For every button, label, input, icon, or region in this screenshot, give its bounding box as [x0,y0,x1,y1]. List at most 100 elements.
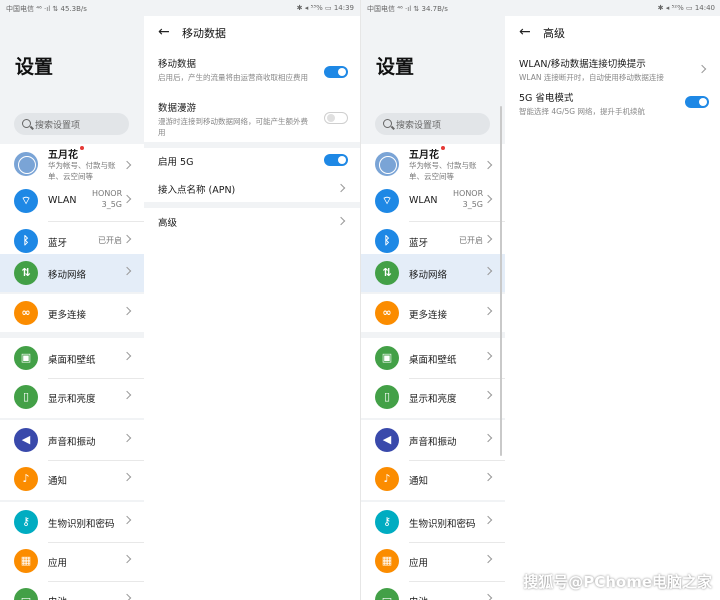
apps-icon: ▦ [375,549,399,573]
account-desc: 华为帐号、付款与账单、云空间等 [409,161,477,181]
sidebar-item-wallpaper[interactable]: ▣ 桌面和壁纸 [361,339,505,377]
sidebar-item-label: 桌面和壁纸 [409,355,457,366]
chevron-right-icon [483,160,493,170]
sidebar-item-notifications[interactable]: ♪ 通知 [361,460,505,498]
wlan-network-value: HONOR 3_5G [92,189,123,209]
sidebar-item-biometrics[interactable]: ⚷ 生物识别和密码 [361,503,505,541]
settings-title: 设置 [376,56,415,78]
setting-desc: 启用后，产生的流量将由运营商收取相应费用 [158,73,308,82]
enable-5g-toggle[interactable] [324,154,348,166]
sidebar-item-display[interactable]: ▯ 显示和亮度 [0,378,144,416]
sidebar-item-more-connections[interactable]: ∞ 更多连接 [361,294,505,332]
bluetooth-icon: ᛒ [14,229,38,253]
chevron-right-icon [483,234,493,244]
enable-5g-setting[interactable]: 启用 5G [158,154,348,168]
sidebar-item-battery[interactable]: ▭ 电池 [361,581,505,600]
wifi-icon: ⌔ [14,189,38,213]
sound-card: ◀ 声音和振动 ♪ 通知 [361,420,505,500]
notification-dot [80,146,84,150]
status-right: ✱ ◂ ⁵²% ▭ 14:40 [657,4,715,12]
chevron-right-icon [483,194,493,204]
account-desc: 华为帐号、付款与账单、云空间等 [48,161,116,181]
chevron-right-icon [122,234,132,244]
sidebar-item-wlan[interactable]: ⌔ WLAN HONOR 3_5G [0,182,144,220]
chevron-right-icon [122,593,132,600]
battery-icon: ▭ [14,588,38,600]
mobile-data-icon: ⇅ [375,261,399,285]
detail-header: ← 移动数据 [144,16,360,52]
search-input[interactable]: 搜索设置项 [14,113,129,135]
sidebar-item-label: 通知 [48,476,68,487]
advanced-setting[interactable]: 高级 [158,215,348,229]
setting-desc: 智能选择 4G/5G 网络，提升手机续航 [519,107,645,116]
chevron-right-icon [122,515,132,525]
chevron-right-icon [483,351,493,361]
sidebar-item-label: 移动网络 [48,270,87,281]
back-arrow-icon[interactable]: ← [158,24,170,40]
data-roaming-toggle[interactable] [324,112,348,124]
status-bar: 中国电信 ⁴⁶ ·ıl ⇅ 34.7B/s ✱ ◂ ⁵²% ▭ 14:40 [361,0,720,16]
sound-icon: ◀ [375,428,399,452]
chevron-right-icon [122,160,132,170]
status-right: ✱ ◂ ⁵³% ▭ 14:39 [296,4,354,12]
sidebar-item-notifications[interactable]: ♪ 通知 [0,460,144,498]
sidebar-item-label: 电池 [409,594,428,600]
back-arrow-icon[interactable]: ← [519,24,531,40]
apps-icon: ▦ [14,549,38,573]
search-icon [383,119,392,128]
sidebar-item-label: 更多连接 [409,310,448,321]
scrollbar[interactable] [500,106,502,456]
sidebar-item-sound[interactable]: ◀ 声音和振动 [361,421,505,459]
setting-desc: WLAN 连接断开时，自动使用移动数据连接 [519,73,664,82]
status-bar: 中国电信 ⁴⁶ ·ıl ⇅ 45.3B/s ✱ ◂ ⁵³% ▭ 14:39 [0,0,360,16]
search-placeholder: 搜索设置项 [396,121,442,131]
section-separator [144,202,360,208]
account-name: 五月花 [409,146,445,161]
setting-title: WLAN/移动数据连接切换提示 [519,59,646,70]
chevron-right-icon [483,515,493,525]
settings-list: 设置 搜索设置项 五月花 华为帐号、付款与账单、云空间等 ⌔ WLAN HONO… [0,16,144,600]
sidebar-item-label: 更多连接 [48,310,87,321]
data-roaming-setting[interactable]: 数据漫游 漫游时连接到移动数据网络，可能产生额外费用 [158,100,348,138]
setting-title: 5G 省电模式 [519,93,574,104]
chevron-right-icon [483,472,493,482]
sidebar-item-apps[interactable]: ▦ 应用 [0,542,144,580]
chevron-right-icon [122,472,132,482]
connection-switch-prompt-setting[interactable]: WLAN/移动数据连接切换提示 WLAN 连接断开时，自动使用移动数据连接 [519,56,709,83]
sound-icon: ◀ [14,428,38,452]
bell-icon: ♪ [14,467,38,491]
sidebar-item-mobile-network[interactable]: ⇅ 移动网络 [0,254,144,292]
sidebar-item-mobile-network[interactable]: ⇅ 移动网络 [361,254,505,292]
sidebar-item-label: 声音和振动 [48,437,96,448]
detail-body: 移动数据 启用后，产生的流量将由运营商收取相应费用 数据漫游 漫游时连接到移动数… [144,52,360,600]
5g-power-saving-setting[interactable]: 5G 省电模式 智能选择 4G/5G 网络，提升手机续航 [519,90,709,117]
search-input[interactable]: 搜索设置项 [375,113,490,135]
chevron-right-icon [483,390,493,400]
right-screenshot: 中国电信 ⁴⁶ ·ıl ⇅ 34.7B/s ✱ ◂ ⁵²% ▭ 14:40 设置… [360,0,720,600]
chevron-right-icon [483,266,493,276]
sidebar-item-biometrics[interactable]: ⚷ 生物识别和密码 [0,503,144,541]
chevron-right-icon [122,390,132,400]
sidebar-item-wallpaper[interactable]: ▣ 桌面和壁纸 [0,339,144,377]
sidebar-item-label: 显示和亮度 [409,394,457,405]
chevron-right-icon [122,433,132,443]
key-icon: ⚷ [375,510,399,534]
chevron-right-icon [483,554,493,564]
mobile-data-setting[interactable]: 移动数据 启用后，产生的流量将由运营商收取相应费用 [158,56,348,83]
sidebar-item-battery[interactable]: ▭ 电池 [0,581,144,600]
setting-desc: 漫游时连接到移动数据网络，可能产生额外费用 [158,117,308,137]
sidebar-item-apps[interactable]: ▦ 应用 [361,542,505,580]
setting-title: 高级 [158,218,178,229]
sidebar-item-more-connections[interactable]: ∞ 更多连接 [0,294,144,332]
sidebar-item-wlan[interactable]: ⌔ WLAN HONOR 3_5G [361,182,505,220]
sidebar-item-sound[interactable]: ◀ 声音和振动 [0,421,144,459]
sidebar-item-label: 生物识别和密码 [48,519,115,530]
avatar [14,152,38,176]
apn-setting[interactable]: 接入点名称 (APN) [158,182,348,196]
sidebar-item-label: 电池 [48,594,67,600]
wlan-network-value: HONOR 3_5G [453,189,484,209]
sidebar-item-label: 声音和振动 [409,437,457,448]
mobile-data-toggle[interactable] [324,66,348,78]
sidebar-item-display[interactable]: ▯ 显示和亮度 [361,378,505,416]
5g-power-saving-toggle[interactable] [685,96,709,108]
